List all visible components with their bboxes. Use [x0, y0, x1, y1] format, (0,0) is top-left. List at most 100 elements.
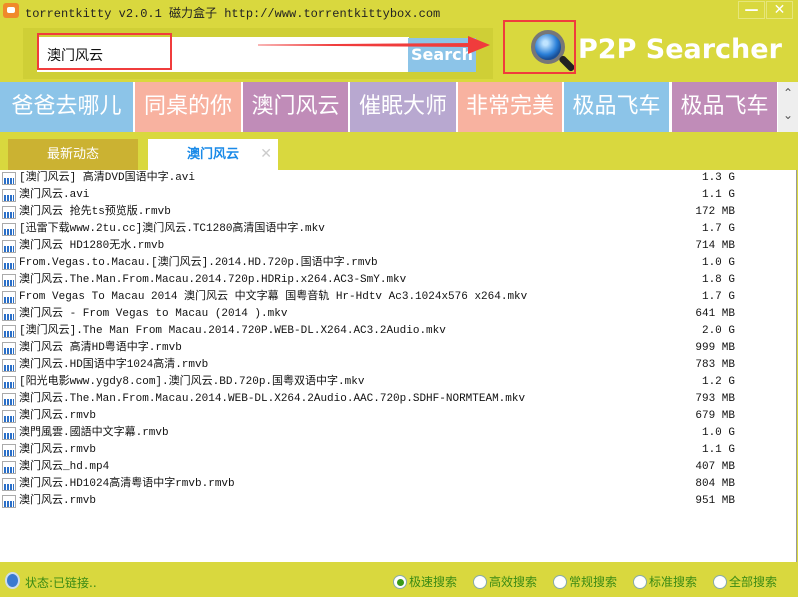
results-list: [澳门风云] 高清DVD国语中字.avi 1.3 G 澳门风云.avi 1.1 G 澳门… [0, 170, 797, 562]
file-size: 951 MB [695, 495, 735, 507]
result-row[interactable]: 澳门风云.The.Man.From.Macau.2014.WEB-DL.X264… [0, 391, 796, 408]
radio-icon[interactable] [633, 574, 647, 589]
tile[interactable]: 澳门风云 [243, 82, 348, 132]
file-size: 407 MB [695, 461, 735, 473]
result-row[interactable]: From.Vegas.to.Macau.[澳门风云].2014.HD.720p.… [0, 255, 796, 272]
result-row[interactable]: 澳门风云 抢先ts预览版.rmvb 172 MB [0, 204, 796, 221]
radio-icon[interactable] [473, 574, 487, 589]
video-file-icon [2, 376, 16, 389]
tile[interactable]: 爸爸去哪儿 [0, 82, 133, 132]
radio-label: 极速搜索 [409, 575, 458, 589]
file-name: 澳门风云.HD1024高清粤语中字rmvb.rmvb [19, 478, 235, 490]
file-name: [澳门风云].The Man From Macau.2014.720P.WEB-… [19, 325, 446, 337]
video-file-icon [2, 172, 16, 185]
file-name: 澳门风云_hd.mp4 [19, 461, 110, 473]
file-name: 澳门风云.rmvb [19, 444, 97, 456]
hot-tiles: 爸爸去哪儿 同桌的你 澳门风云 催眠大师 非常完美 极品飞车 极品飞车 [0, 82, 798, 132]
radio-label: 标准搜索 [649, 575, 698, 589]
brand-title: P2P Searcher [578, 34, 782, 65]
result-row[interactable]: 澳门风云_hd.mp4 407 MB [0, 459, 796, 476]
window-title: torrentkitty v2.0.1 磁力盒子 http://www.torr… [25, 7, 441, 21]
result-row[interactable]: 澳门风云 高清HD粤语中字.rmvb 999 MB [0, 340, 796, 357]
tab-label: 澳门风云 [186, 147, 239, 162]
tile-scroll[interactable]: ⌃ ⌄ [778, 82, 798, 132]
result-row[interactable]: 澳门风云.rmvb 1.1 G [0, 442, 796, 459]
tile[interactable]: 同桌的你 [135, 82, 241, 132]
file-name: 澳门风云 - From Vegas to Macau (2014 ).mkv [19, 308, 288, 320]
file-size: 1.7 G [701, 291, 735, 303]
tile[interactable]: 非常完美 [458, 82, 562, 132]
search-mode-radio[interactable]: 常规搜索 [553, 573, 617, 590]
result-row[interactable]: 澳门风云.HD国语中字1024高清.rmvb 783 MB [0, 357, 796, 374]
search-mode-radio[interactable]: 极速搜索 [393, 573, 457, 590]
tab-latest[interactable]: 最新动态 [8, 139, 138, 170]
radio-icon[interactable] [393, 574, 407, 589]
video-file-icon [2, 257, 16, 270]
title-bar: torrentkitty v2.0.1 磁力盒子 http://www.torr… [0, 0, 798, 22]
file-size: 2.0 G [701, 325, 735, 337]
file-size: 1.0 G [701, 257, 735, 269]
result-row[interactable]: 澳门风云 HD1280无水.rmvb 714 MB [0, 238, 796, 255]
file-size: 999 MB [695, 342, 735, 354]
annotation-arrowhead [468, 36, 490, 54]
file-size: 714 MB [695, 240, 735, 252]
close-button[interactable]: ✕ [766, 1, 793, 19]
file-size: 804 MB [695, 478, 735, 490]
file-name: 澳门风云 高清HD粤语中字.rmvb [19, 342, 182, 354]
file-name: From.Vegas.to.Macau.[澳门风云].2014.HD.720p.… [19, 257, 378, 269]
result-row[interactable]: From Vegas To Macau 2014 澳门风云 中文字幕 国粤音轨 … [0, 289, 796, 306]
video-file-icon [2, 325, 16, 338]
chevron-up-icon[interactable]: ⌃ [778, 82, 798, 104]
search-mode-radio[interactable]: 全部搜索 [713, 573, 777, 590]
file-name: 澳門風雲.國語中文字幕.rmvb [19, 427, 169, 439]
radio-label: 常规搜索 [569, 575, 618, 589]
app-logo-icon [3, 3, 19, 18]
result-row[interactable]: 澳门风云.avi 1.1 G [0, 187, 796, 204]
tile[interactable]: 极品飞车 [564, 82, 669, 132]
file-name: [阳光电影www.ygdy8.com].澳门风云.BD.720p.国粤双语中字.… [19, 376, 365, 388]
result-row[interactable]: 澳门风云.rmvb 951 MB [0, 493, 796, 510]
radio-label: 全部搜索 [729, 575, 778, 589]
result-row[interactable]: 澳门风云 - From Vegas to Macau (2014 ).mkv 64… [0, 306, 796, 323]
file-size: 1.2 G [701, 376, 735, 388]
file-name: [迅雷下载www.2tu.cc]澳门风云.TC1280高清国语中字.mkv [19, 223, 325, 235]
video-file-icon [2, 206, 16, 219]
file-name: 澳门风云.The.Man.From.Macau.2014.720p.HDRip.… [19, 274, 407, 286]
file-size: 1.3 G [701, 172, 735, 184]
video-file-icon [2, 359, 16, 372]
tab-close-icon[interactable]: ✕ [260, 139, 272, 170]
minimize-button[interactable]: — [738, 1, 765, 19]
video-file-icon [2, 223, 16, 236]
status-text: 状态:已链接.. [25, 576, 97, 590]
radio-label: 高效搜索 [489, 575, 538, 589]
tile[interactable]: 极品飞车 [672, 82, 777, 132]
video-file-icon [2, 240, 16, 253]
search-mode-radio[interactable]: 标准搜索 [633, 573, 697, 590]
video-file-icon [2, 393, 16, 406]
video-file-icon [2, 308, 16, 321]
result-row[interactable]: 澳门风云.The.Man.From.Macau.2014.720p.HDRip.… [0, 272, 796, 289]
video-file-icon [2, 274, 16, 287]
video-file-icon [2, 189, 16, 202]
video-file-icon [2, 461, 16, 474]
file-size: 1.7 G [701, 223, 735, 235]
video-file-icon [2, 427, 16, 440]
result-row[interactable]: 澳门风云.HD1024高清粤语中字rmvb.rmvb 804 MB [0, 476, 796, 493]
result-row[interactable]: [澳门风云].The Man From Macau.2014.720P.WEB-… [0, 323, 796, 340]
tab-search-result[interactable]: 澳门风云 ✕ [148, 139, 278, 170]
file-size: 1.1 G [701, 189, 735, 201]
result-row[interactable]: [迅雷下载www.2tu.cc]澳门风云.TC1280高清国语中字.mkv 1.7… [0, 221, 796, 238]
result-row[interactable]: 澳門風雲.國語中文字幕.rmvb 1.0 G [0, 425, 796, 442]
search-mode-radio[interactable]: 高效搜索 [473, 573, 537, 590]
chevron-down-icon[interactable]: ⌄ [778, 104, 798, 126]
radio-icon[interactable] [713, 574, 727, 589]
file-name: 澳门风云.The.Man.From.Macau.2014.WEB-DL.X264… [19, 393, 526, 405]
result-row[interactable]: [阳光电影www.ygdy8.com].澳门风云.BD.720p.国粤双语中字.… [0, 374, 796, 391]
file-name: [澳门风云] 高清DVD国语中字.avi [19, 172, 196, 184]
file-name: 澳门风云 HD1280无水.rmvb [19, 240, 165, 252]
tile[interactable]: 催眠大师 [350, 82, 456, 132]
result-row[interactable]: 澳门风云.rmvb 679 MB [0, 408, 796, 425]
file-size: 793 MB [695, 393, 735, 405]
radio-icon[interactable] [553, 574, 567, 589]
result-row[interactable]: [澳门风云] 高清DVD国语中字.avi 1.3 G [0, 170, 796, 187]
